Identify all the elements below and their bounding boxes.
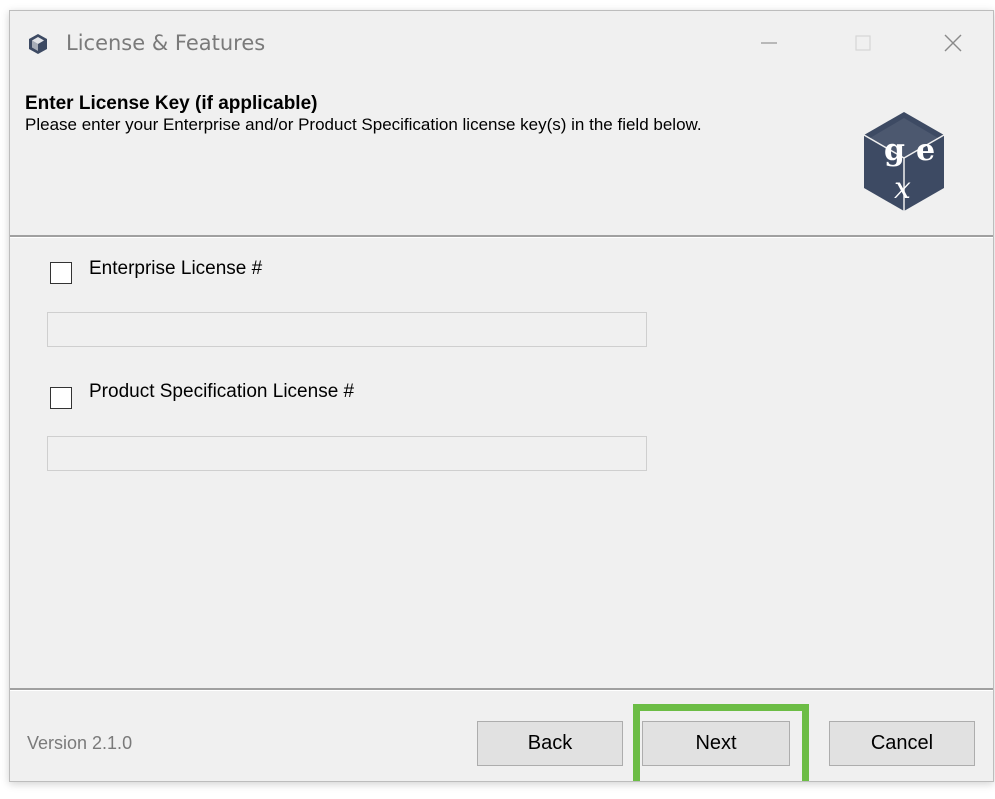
logo-letter-e: e xyxy=(916,133,935,168)
cancel-button[interactable]: Cancel xyxy=(829,721,975,766)
minimize-icon xyxy=(761,42,777,44)
enterprise-license-checkbox[interactable] xyxy=(50,262,72,284)
maximize-button[interactable] xyxy=(833,11,893,75)
enterprise-license-input[interactable] xyxy=(47,312,647,347)
footer-divider xyxy=(10,688,993,691)
product-spec-license-checkbox[interactable] xyxy=(50,387,72,409)
page-title: Enter License Key (if applicable) xyxy=(25,93,318,114)
license-features-window: License & Features Enter License Key (if… xyxy=(9,10,994,782)
logo-letter-g: g xyxy=(884,133,905,168)
app-logo-icon xyxy=(29,34,47,54)
page-description: Please enter your Enterprise and/or Prod… xyxy=(25,115,702,134)
header-panel: Enter License Key (if applicable) Please… xyxy=(10,75,993,235)
logo-letter-x: x xyxy=(894,171,911,206)
back-button[interactable]: Back xyxy=(477,721,623,766)
close-button[interactable] xyxy=(923,11,983,75)
product-spec-license-label: Product Specification License # xyxy=(89,381,355,402)
product-spec-license-input[interactable] xyxy=(47,436,647,471)
maximize-icon xyxy=(855,35,871,51)
title-bar[interactable]: License & Features xyxy=(10,11,993,75)
enterprise-license-label: Enterprise License # xyxy=(89,258,263,279)
version-label: Version 2.1.0 xyxy=(27,733,133,753)
minimize-button[interactable] xyxy=(739,11,799,75)
next-button[interactable]: Next xyxy=(642,721,790,766)
close-icon xyxy=(944,34,962,52)
window-title: License & Features xyxy=(66,31,266,55)
gex-logo: g e x xyxy=(863,112,945,211)
header-divider xyxy=(10,235,993,238)
